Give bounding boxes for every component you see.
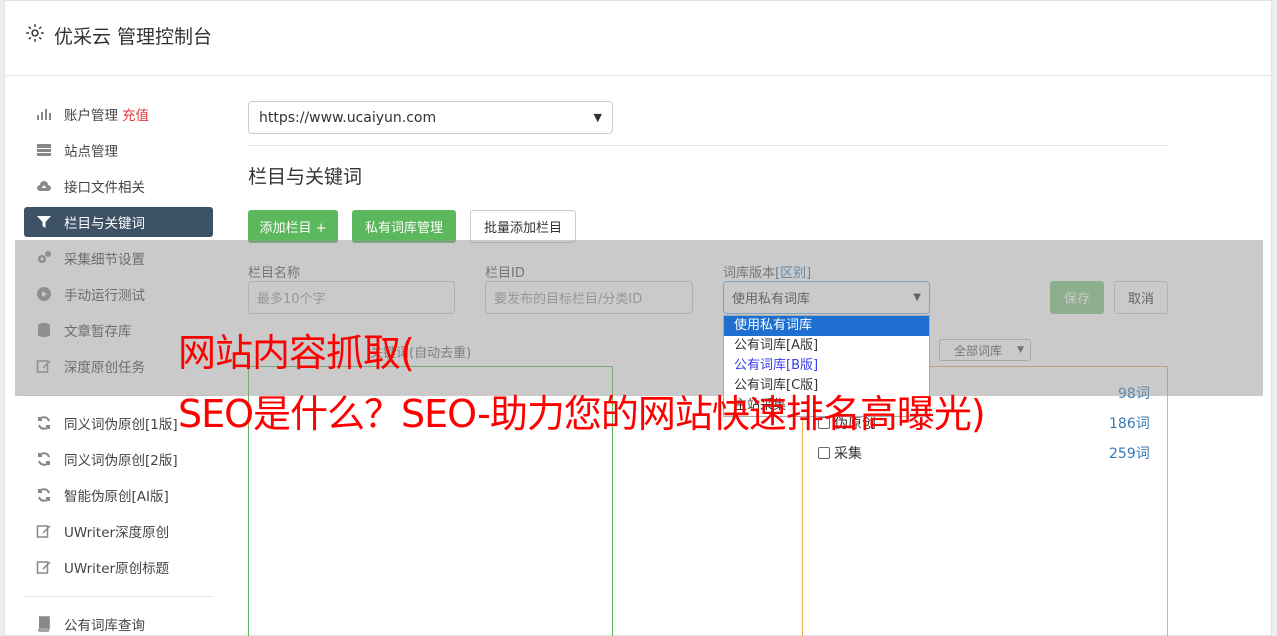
sidebar-item-label: 公有词库查询 [64, 618, 145, 634]
sidebar-item-uwriter-title[interactable]: UWriter原创标题 [24, 552, 213, 582]
batch-add-button[interactable]: 批量添加栏目 [470, 210, 576, 243]
bar-chart-icon [36, 106, 52, 122]
sidebar-item-label: 站点管理 [64, 144, 118, 160]
sidebar-item-public-lib[interactable]: 公有词库查询 [24, 609, 213, 636]
watermark-line-1: 网站内容抓取( [178, 331, 415, 375]
page-header: 优采云 管理控制台 [4, 0, 1272, 76]
sidebar-item-uwriter-deep[interactable]: UWriter深度原创 [24, 516, 213, 546]
lib-item-count: 259词 [1109, 446, 1150, 462]
chevron-down-icon: ▼ [593, 111, 602, 124]
dropdown-option[interactable]: 使用私有词库 [724, 316, 929, 336]
server-icon [36, 142, 52, 158]
dropdown-option[interactable]: 公有词库[B版] [724, 356, 929, 376]
lib-item[interactable]: 采集 [818, 443, 862, 463]
lib-item-count: 186词 [1109, 416, 1150, 432]
sidebar-item-label: 接口文件相关 [64, 180, 145, 196]
sidebar-item-synonym-2[interactable]: 同义词伪原创[2版] [24, 444, 213, 474]
sidebar-item-label: 账户管理 [64, 108, 118, 124]
sidebar-item-label: 智能伪原创[AI版] [64, 489, 169, 505]
sidebar-item-api[interactable]: 接口文件相关 [24, 171, 213, 201]
checkbox[interactable] [818, 447, 830, 459]
sidebar-item-label: UWriter深度原创 [64, 525, 170, 541]
sidebar-item-account[interactable]: 账户管理 充值 [24, 99, 213, 129]
refresh-icon [36, 415, 52, 431]
site-select-value: https://www.ucaiyun.com [259, 109, 437, 126]
sidebar-item-label: 栏目与关键词 [64, 216, 145, 232]
app-title: 优采云 管理控制台 [54, 26, 213, 48]
lib-item-label: 采集 [834, 446, 862, 462]
content-divider [248, 145, 1168, 146]
watermark-line-2: SEO是什么？SEO-助力您的网站快速排名高曝光) [178, 392, 986, 436]
sidebar-item-site[interactable]: 站点管理 [24, 135, 213, 165]
sidebar-item-label: UWriter原创标题 [64, 561, 170, 577]
edit-icon [36, 523, 52, 539]
book-icon [36, 616, 52, 632]
recharge-link[interactable]: 充值 [122, 104, 149, 124]
refresh-icon [36, 451, 52, 467]
add-column-button[interactable]: 添加栏目 + [248, 210, 338, 243]
sidebar-item-label: 同义词伪原创[1版] [64, 417, 178, 433]
sidebar-item-ai-original[interactable]: 智能伪原创[AI版] [24, 480, 213, 510]
sidebar-divider [24, 596, 213, 597]
site-select[interactable]: https://www.ucaiyun.com ▼ [248, 101, 613, 134]
dropdown-option[interactable]: 公有词库[A版] [724, 336, 929, 356]
gear-icon [26, 24, 44, 42]
edit-icon [36, 559, 52, 575]
cloud-upload-icon [36, 178, 52, 194]
sidebar-item-columns[interactable]: 栏目与关键词 [24, 207, 213, 237]
sidebar-item-label: 同义词伪原创[2版] [64, 453, 178, 469]
section-title: 栏目与关键词 [248, 166, 363, 188]
refresh-icon [36, 487, 52, 503]
filter-icon [36, 214, 52, 230]
private-lib-button[interactable]: 私有词库管理 [352, 210, 456, 243]
